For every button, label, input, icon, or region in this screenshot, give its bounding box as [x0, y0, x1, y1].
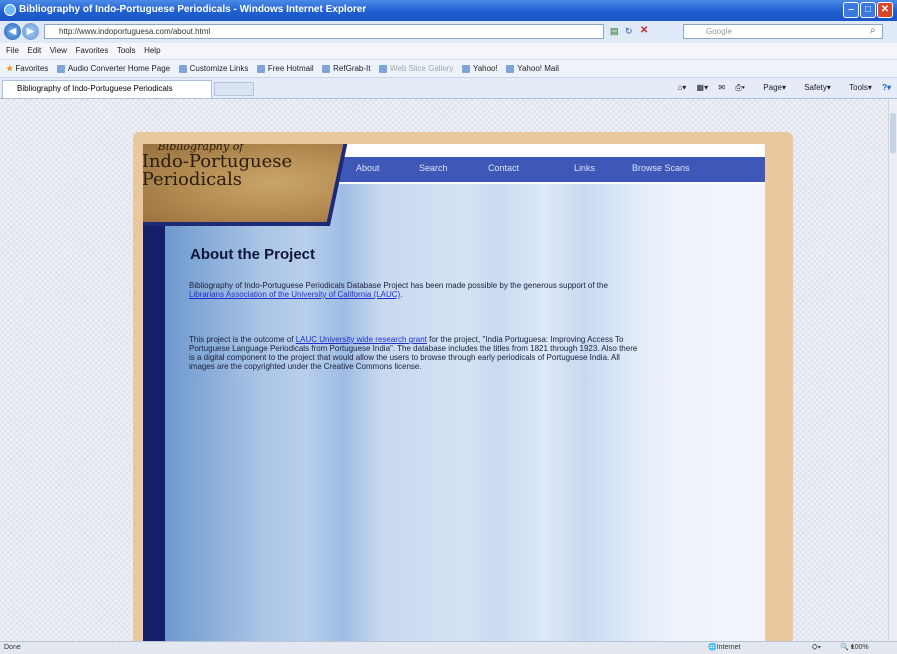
menu-edit[interactable]: Edit — [27, 46, 41, 55]
command-bar: ⌂▾ ▦▾ ✉ ⎙▾ Page▾ Safety▾ Tools▾ ?▾ — [669, 81, 891, 95]
feeds-icon[interactable]: ▦▾ — [697, 83, 709, 92]
project-paragraph: This project is the outcome of LAUC Univ… — [189, 335, 644, 371]
nav-about[interactable]: About — [356, 163, 380, 173]
fav-item-yahoo-mail[interactable]: Yahoo! Mail — [506, 60, 559, 77]
site-nav: About Search Contact Links Browse Scans — [298, 157, 765, 182]
menu-help[interactable]: Help — [144, 46, 160, 55]
window-title-bar: Bibliography of Indo-Portuguese Periodic… — [0, 0, 897, 21]
minimize-icon[interactable]: – — [843, 2, 859, 18]
search-input[interactable]: Google — [683, 24, 883, 39]
page-icon — [322, 64, 331, 73]
nav-contact[interactable]: Contact — [488, 163, 519, 173]
lauc-link[interactable]: Librarians Association of the University… — [189, 290, 400, 299]
logo-line-3: Periodicals — [143, 169, 242, 191]
logo-text: Bibliography of Indo-Portuguese Periodic… — [143, 144, 292, 190]
star-icon: ★ — [6, 64, 14, 73]
vertical-scrollbar[interactable] — [888, 99, 897, 641]
stop-icon[interactable]: ✕ — [640, 25, 648, 36]
nav-links[interactable]: Links — [574, 163, 595, 173]
ie-logo-icon — [4, 4, 16, 16]
menu-file[interactable]: File — [6, 46, 19, 55]
safety-menu[interactable]: Safety▾ — [796, 83, 831, 92]
page-icon — [379, 64, 387, 73]
scroll-thumb[interactable] — [890, 113, 896, 153]
intro-text-end: . — [400, 290, 403, 299]
back-icon[interactable]: ◀ — [4, 23, 21, 40]
nav-search[interactable]: Search — [419, 163, 448, 173]
window-title: Bibliography of Indo-Portuguese Periodic… — [19, 4, 367, 15]
grant-link[interactable]: LAUC University wide research grant — [296, 335, 427, 344]
menu-tools[interactable]: Tools — [117, 46, 136, 55]
status-bar: Done 🌐 Internet ⛭▾ 🔍 100% ▾ — [0, 641, 897, 654]
favorites-button[interactable]: ★ Favorites — [6, 60, 48, 77]
fav-label: Yahoo! — [472, 64, 498, 73]
fav-item-refgrab[interactable]: RefGrab-It — [322, 60, 370, 77]
close-icon[interactable]: ✕ — [877, 2, 893, 18]
favorites-label: Favorites — [15, 64, 49, 73]
page-menu-label: Page — [763, 83, 782, 92]
zoom-control[interactable]: 🔍 100% ▾ — [840, 642, 869, 653]
intro-paragraph: Bibliography of Indo-Portuguese Periodic… — [189, 281, 644, 299]
page-icon — [506, 64, 515, 73]
fav-label: Customize Links — [189, 64, 249, 73]
address-input[interactable]: http://www.indoportuguesa.com/about.html — [44, 24, 604, 39]
fav-label: Free Hotmail — [267, 64, 314, 73]
fav-label: Web Slice Gallery — [390, 64, 454, 73]
refresh-icon[interactable]: ↻ — [625, 26, 633, 37]
tools-menu[interactable]: Tools▾ — [841, 83, 872, 92]
page-icon — [256, 64, 265, 73]
nav-browse-scans[interactable]: Browse Scans — [632, 163, 690, 173]
tools-menu-label: Tools — [849, 83, 868, 92]
print-icon[interactable]: ⎙▾ — [735, 83, 745, 92]
fav-label: Audio Converter Home Page — [67, 64, 171, 73]
fav-item-yahoo[interactable]: Yahoo! — [461, 60, 498, 77]
search-icon[interactable]: ⌕ — [870, 25, 876, 36]
mail-icon[interactable]: ✉ — [718, 83, 725, 92]
fav-item-audio-converter[interactable]: Audio Converter Home Page — [56, 60, 171, 77]
menu-favorites[interactable]: Favorites — [75, 46, 108, 55]
page-menu[interactable]: Page▾ — [755, 83, 786, 92]
logo-parchment: Bibliography of Indo-Portuguese Periodic… — [143, 144, 346, 222]
zone-label: Internet — [716, 644, 741, 651]
tab-label: Bibliography of Indo-Portuguese Periodic… — [17, 84, 173, 93]
tab-active[interactable]: Bibliography of Indo-Portuguese Periodic… — [2, 80, 212, 98]
protected-mode-icon[interactable]: ⛭▾ — [812, 642, 821, 653]
menu-bar: File Edit View Favorites Tools Help — [0, 43, 897, 60]
compatibility-icon[interactable]: ▤ — [610, 26, 619, 37]
page-heading: About the Project — [190, 246, 316, 263]
site-logo[interactable]: Bibliography of Indo-Portuguese Periodic… — [143, 144, 351, 226]
address-toolbar: ◀ ▶ http://www.indoportuguesa.com/about.… — [0, 21, 897, 43]
page-viewport: About Search Contact Links Browse Scans … — [0, 99, 888, 641]
page-icon — [56, 64, 65, 73]
help-icon[interactable]: ?▾ — [882, 83, 891, 92]
zoom-level: 100% — [850, 644, 869, 651]
fav-item-web-slice[interactable]: Web Slice Gallery — [379, 60, 453, 77]
status-text: Done — [4, 644, 21, 651]
fav-label: RefGrab-It — [333, 64, 371, 73]
forward-icon[interactable]: ▶ — [22, 23, 39, 40]
site-container: About Search Contact Links Browse Scans … — [143, 144, 765, 641]
fav-item-free-hotmail[interactable]: Free Hotmail — [256, 60, 314, 77]
left-blue-bar — [143, 164, 165, 641]
internet-zone: 🌐 Internet — [708, 644, 741, 651]
fav-label: Yahoo! Mail — [517, 64, 559, 73]
page-icon — [178, 64, 187, 73]
fav-item-customize-links[interactable]: Customize Links — [178, 60, 249, 77]
tab-row: Bibliography of Indo-Portuguese Periodic… — [0, 78, 897, 99]
intro-text: Bibliography of Indo-Portuguese Periodic… — [189, 281, 608, 290]
page-icon — [461, 64, 470, 73]
project-text-start: This project is the outcome of — [189, 335, 296, 344]
new-tab-button[interactable] — [214, 82, 254, 96]
menu-view[interactable]: View — [50, 46, 67, 55]
maximize-icon[interactable]: □ — [860, 2, 876, 18]
home-icon[interactable]: ⌂▾ — [677, 83, 686, 92]
safety-menu-label: Safety — [804, 83, 827, 92]
favorites-bar: ★ Favorites Audio Converter Home Page Cu… — [0, 60, 897, 78]
